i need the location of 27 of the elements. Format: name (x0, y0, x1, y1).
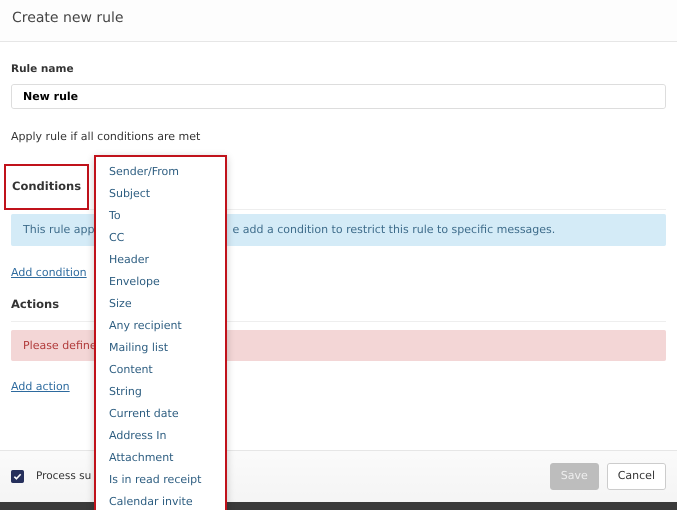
menu-item[interactable]: Is in read receipt (96, 469, 225, 491)
menu-item[interactable]: String (96, 381, 225, 403)
add-action-link[interactable]: Add action (11, 378, 70, 396)
rule-name-field[interactable]: New rule (11, 84, 666, 109)
cancel-button[interactable]: Cancel (606, 463, 666, 490)
description-text: Apply rule if all conditions are met (11, 128, 200, 145)
checkbox[interactable] (11, 470, 24, 483)
menu-item[interactable]: Current date (96, 403, 225, 425)
field-label: Rule name (11, 62, 74, 77)
add-condition-link[interactable]: Add condition (11, 265, 87, 282)
menu-item[interactable]: Sender/From (96, 161, 225, 183)
menu-item[interactable]: Size (96, 293, 225, 315)
menu-item[interactable]: Subject (96, 183, 225, 205)
menu-item[interactable]: Header (96, 249, 225, 271)
modal-title: Create new rule (12, 10, 124, 26)
menu-item[interactable]: Calendar invite (96, 491, 225, 510)
section-heading: Conditions (4, 164, 90, 210)
alert-text: e add a condition to restrict this rule to specific messages. (232, 222, 556, 238)
menu-item[interactable]: Envelope (96, 271, 225, 293)
checkbox-label: Process su (36, 468, 92, 484)
menu-item[interactable]: Address In (96, 425, 225, 447)
menu-item[interactable]: CC (96, 227, 225, 249)
menu-item[interactable]: Mailing list (96, 337, 225, 359)
menu-item[interactable]: Attachment (96, 447, 225, 469)
menu-item[interactable]: To (96, 205, 225, 227)
menu-item[interactable]: Content (96, 359, 225, 381)
alert-text: This rule app (23, 222, 94, 238)
